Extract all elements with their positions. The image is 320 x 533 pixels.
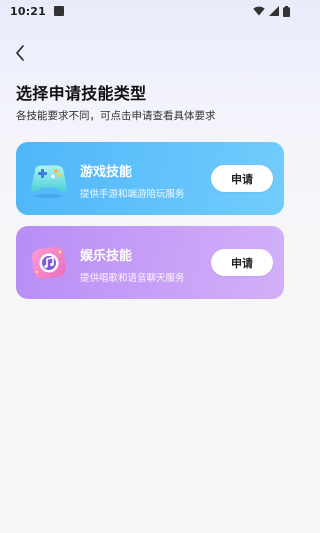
page-subtitle: 各技能要求不同，可点击申请查看具体要求 — [16, 110, 216, 122]
card-title: 游戏技能 — [80, 165, 133, 180]
notification-icon — [54, 6, 65, 16]
chevron-left-icon — [16, 45, 24, 61]
battery-icon — [283, 5, 290, 17]
page-title: 选择申请技能类型 — [16, 84, 147, 103]
card-title: 娱乐技能 — [80, 249, 133, 264]
card-description: 提供唱歌和语音聊天服务 — [80, 273, 185, 284]
apply-game-button[interactable]: 申请 — [211, 165, 273, 192]
music-note-icon — [32, 246, 66, 280]
entertainment-skill-card[interactable]: 娱乐技能 提供唱歌和语音聊天服务 申请 — [16, 226, 284, 299]
status-bar: 10:21 — [0, 0, 300, 22]
signal-icon — [269, 6, 279, 16]
wifi-icon — [253, 6, 265, 16]
back-button[interactable] — [10, 42, 30, 64]
apply-entertainment-button[interactable]: 申请 — [211, 249, 273, 276]
status-time: 10:21 — [10, 4, 47, 18]
card-description: 提供手游和端游陪玩服务 — [80, 189, 185, 200]
game-skill-card[interactable]: 游戏技能 提供手游和端游陪玩服务 申请 — [16, 142, 284, 215]
status-icons — [253, 5, 290, 17]
gamepad-icon — [31, 165, 67, 198]
